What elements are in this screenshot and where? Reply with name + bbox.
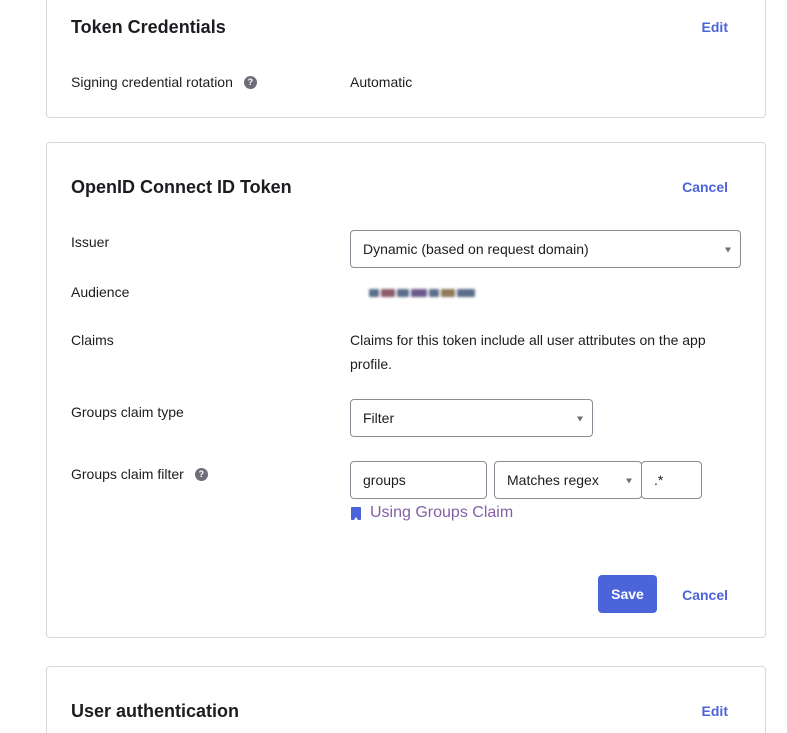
using-groups-claim-link[interactable]: Using Groups Claim xyxy=(351,504,513,522)
token-credentials-edit-button[interactable]: Edit xyxy=(702,19,728,35)
claims-description: Claims for this token include all user a… xyxy=(350,328,706,376)
signing-rotation-label: Signing credential rotation xyxy=(71,74,233,90)
oidc-cancel-link[interactable]: Cancel xyxy=(682,179,728,195)
token-credentials-card: Token Credentials Edit Signing credentia… xyxy=(46,0,766,118)
user-authentication-title: User authentication xyxy=(71,701,240,721)
chevron-down-icon xyxy=(626,478,632,484)
groups-claim-filter-label: Groups claim filter xyxy=(71,466,184,482)
groups-claim-filter-label-row: Groups claim filter ? xyxy=(71,466,208,482)
groups-filter-name-input[interactable]: groups xyxy=(350,461,487,499)
using-groups-claim-label: Using Groups Claim xyxy=(370,504,514,521)
help-icon[interactable]: ? xyxy=(243,75,257,89)
footer-cancel-button[interactable]: Cancel xyxy=(682,587,728,603)
help-icon[interactable]: ? xyxy=(194,467,208,481)
groups-filter-pattern-input[interactable]: .* xyxy=(641,461,702,499)
oidc-token-title: OpenID Connect ID Token xyxy=(71,177,292,197)
bookmark-icon xyxy=(351,506,361,520)
audience-label: Audience xyxy=(71,284,130,300)
claims-label: Claims xyxy=(71,332,114,348)
issuer-label: Issuer xyxy=(71,234,110,250)
signing-rotation-label-row: Signing credential rotation ? xyxy=(71,74,257,90)
groups-filter-name-value: groups xyxy=(363,472,406,488)
groups-filter-operator-select[interactable]: Matches regex xyxy=(494,461,642,499)
oidc-token-card: OpenID Connect ID Token Cancel Issuer Dy… xyxy=(46,142,766,638)
groups-claim-type-value: Filter xyxy=(363,410,395,426)
issuer-select[interactable]: Dynamic (based on request domain) xyxy=(350,230,741,268)
issuer-select-value: Dynamic (based on request domain) xyxy=(363,241,589,257)
user-authentication-edit-button[interactable]: Edit xyxy=(702,703,728,719)
save-button[interactable]: Save xyxy=(598,575,657,613)
groups-claim-type-select[interactable]: Filter xyxy=(350,399,593,437)
audience-value-redacted xyxy=(369,287,489,299)
chevron-down-icon xyxy=(577,416,583,422)
claims-description-line: profile. xyxy=(350,356,393,372)
token-credentials-title: Token Credentials xyxy=(71,17,226,37)
claims-description-line: Claims for this token include all user a… xyxy=(350,332,706,348)
signing-rotation-value: Automatic xyxy=(350,74,413,90)
groups-claim-type-label: Groups claim type xyxy=(71,404,184,420)
groups-filter-pattern-value: .* xyxy=(654,472,664,488)
user-authentication-card: User authentication Edit xyxy=(46,666,766,733)
groups-filter-operator-value: Matches regex xyxy=(507,472,599,488)
chevron-down-icon xyxy=(725,247,731,253)
